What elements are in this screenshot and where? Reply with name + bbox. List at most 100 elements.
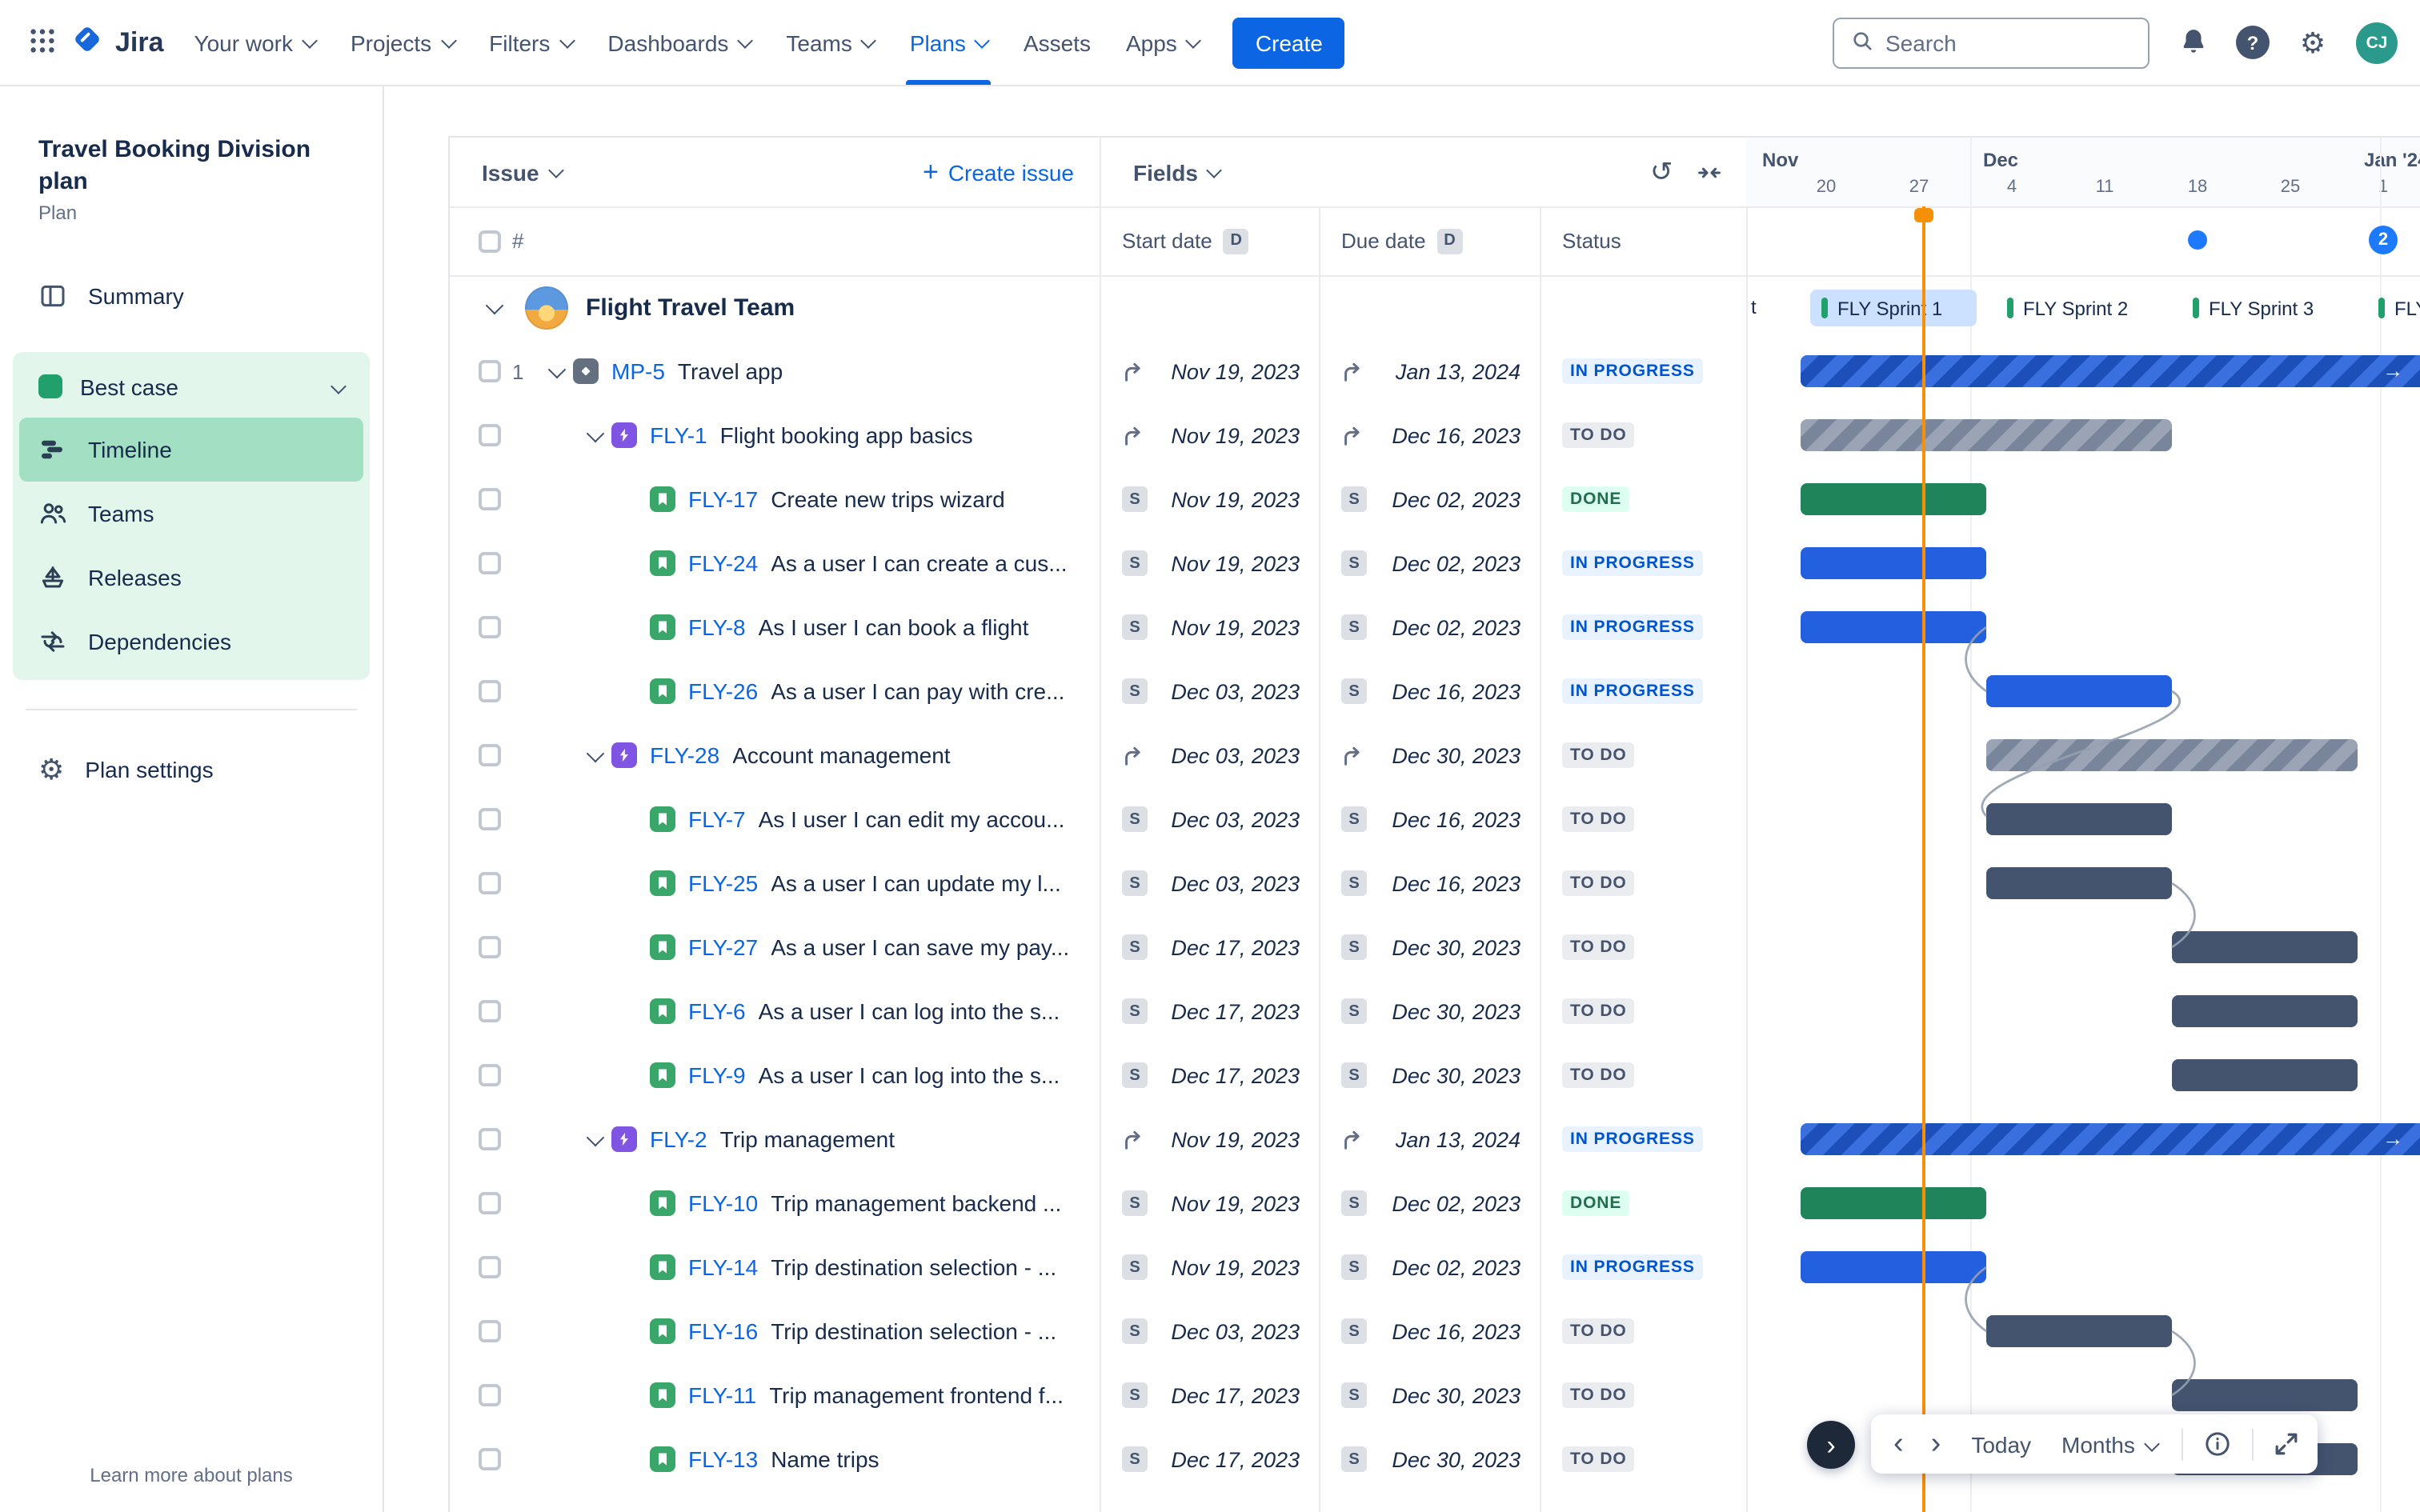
issue-row-fly-13[interactable]: FLY-13 Name trips S Dec 17, 2023 S Dec 30, 20… — [450, 1427, 1746, 1491]
status-cell[interactable]: TO DO — [1540, 915, 1746, 979]
start-date-cell[interactable]: S Dec 17, 2023 — [1100, 1363, 1319, 1427]
due-date-cell[interactable]: S Dec 02, 2023 — [1319, 1235, 1540, 1299]
issue-key-link[interactable]: FLY-26 — [688, 678, 758, 704]
user-avatar[interactable]: CJ — [2356, 22, 2398, 63]
issue-row-fly-16[interactable]: FLY-16 Trip destination selection - ... S D… — [450, 1299, 1746, 1363]
scroll-right-button[interactable]: › — [1807, 1421, 1855, 1469]
gantt-bar-fly-2[interactable] — [1801, 1123, 2420, 1155]
issue-key-link[interactable]: FLY-11 — [688, 1382, 756, 1408]
gantt-bar-fly-1[interactable] — [1801, 419, 2172, 451]
status-cell[interactable]: TO DO — [1540, 1427, 1746, 1491]
sidebar-item-teams[interactable]: Teams — [19, 482, 363, 546]
status-column-header[interactable]: Status — [1540, 206, 1746, 275]
nav-item-assets[interactable]: Assets — [1006, 0, 1108, 85]
gantt-bar-fly-17[interactable] — [1801, 483, 1986, 515]
issue-row-mp-5[interactable]: 1 MP-5 Travel app Nov 19, 2023 Jan 13, 2024 I… — [450, 339, 1746, 403]
sprint-chip-fly-sprint-2[interactable]: FLY Sprint 2 — [1996, 290, 2162, 326]
nav-item-your-work[interactable]: Your work — [177, 0, 334, 85]
select-all-checkbox[interactable] — [479, 230, 501, 252]
row-checkbox[interactable] — [479, 936, 501, 958]
start-date-cell[interactable]: S Dec 03, 2023 — [1100, 787, 1319, 851]
status-cell[interactable]: TO DO — [1540, 787, 1746, 851]
revert-history-icon[interactable]: ↺ — [1650, 158, 1673, 186]
create-button[interactable]: Create — [1232, 17, 1345, 68]
start-date-cell[interactable]: S Dec 03, 2023 — [1100, 851, 1319, 915]
issue-key-link[interactable]: FLY-7 — [688, 806, 746, 832]
pan-left-button[interactable]: ‹ — [1890, 1429, 1907, 1459]
row-checkbox[interactable] — [479, 1000, 501, 1022]
start-date-cell[interactable]: S Nov 19, 2023 — [1100, 467, 1319, 531]
collapse-columns-icon[interactable] — [1697, 159, 1723, 185]
row-checkbox[interactable] — [479, 488, 501, 510]
release-milestone-count-badge[interactable]: 2 — [2369, 226, 2398, 254]
scenario-picker[interactable]: Best case — [19, 355, 363, 418]
row-checkbox[interactable] — [479, 872, 501, 894]
gantt-bar-fly-16[interactable] — [1986, 1315, 2172, 1347]
help-icon[interactable]: ? — [2236, 26, 2270, 59]
due-date-cell[interactable]: S Dec 30, 2023 — [1319, 1043, 1540, 1107]
due-date-cell[interactable]: S Dec 16, 2023 — [1319, 787, 1540, 851]
start-date-cell[interactable]: S Dec 17, 2023 — [1100, 915, 1319, 979]
gantt-bar-fly-6[interactable] — [2172, 995, 2358, 1027]
sidebar-item-plan-settings[interactable]: ⚙ Plan settings — [13, 739, 370, 800]
row-checkbox[interactable] — [479, 424, 501, 446]
issue-key-link[interactable]: FLY-6 — [688, 998, 746, 1024]
sprint-chip-fly-sprint-1[interactable]: FLY Sprint 1 — [1810, 290, 1977, 326]
today-button[interactable]: Today — [1965, 1431, 2037, 1457]
row-checkbox[interactable] — [479, 680, 501, 702]
start-date-cell[interactable]: S Nov 19, 2023 — [1100, 1171, 1319, 1235]
row-checkbox[interactable] — [479, 360, 501, 382]
due-date-cell[interactable]: S Dec 30, 2023 — [1319, 979, 1540, 1043]
status-cell[interactable]: TO DO — [1540, 1299, 1746, 1363]
start-date-cell[interactable]: S Nov 19, 2023 — [1100, 531, 1319, 595]
due-date-cell[interactable]: Dec 30, 2023 — [1319, 723, 1540, 787]
due-date-cell[interactable]: Dec 16, 2023 — [1319, 403, 1540, 467]
issue-type-dropdown[interactable]: Issue — [482, 159, 564, 185]
issue-row-fly-7[interactable]: FLY-7 As I user I can edit my accou... S De… — [450, 787, 1746, 851]
row-checkbox[interactable] — [479, 616, 501, 638]
issue-row-fly-6[interactable]: FLY-6 As a user I can log into the s... S D… — [450, 979, 1746, 1043]
issue-key-link[interactable]: FLY-24 — [688, 550, 758, 576]
due-date-column-header[interactable]: Due date D — [1319, 206, 1540, 275]
due-date-cell[interactable]: S Dec 16, 2023 — [1319, 1299, 1540, 1363]
sprint-chip-fly-sprint-4[interactable]: FLY Sprint 4 — [2367, 290, 2420, 326]
fullscreen-icon[interactable] — [2274, 1432, 2298, 1456]
gantt-bar-fly-10[interactable] — [1801, 1187, 1986, 1219]
due-date-cell[interactable]: Jan 13, 2024 — [1319, 1107, 1540, 1171]
collapse-chevron-icon[interactable] — [547, 359, 567, 378]
start-date-cell[interactable]: S Dec 03, 2023 — [1100, 1299, 1319, 1363]
status-cell[interactable]: TO DO — [1540, 979, 1746, 1043]
sidebar-item-timeline[interactable]: Timeline — [19, 418, 363, 482]
today-marker[interactable] — [1914, 208, 1933, 222]
start-date-cell[interactable]: S Nov 19, 2023 — [1100, 595, 1319, 659]
issue-key-link[interactable]: FLY-2 — [650, 1126, 707, 1152]
issue-key-link[interactable]: FLY-14 — [688, 1254, 758, 1280]
nav-item-plans[interactable]: Plans — [892, 0, 1006, 85]
status-cell[interactable]: TO DO — [1540, 1043, 1746, 1107]
status-cell[interactable]: TO DO — [1540, 1363, 1746, 1427]
issue-row-fly-26[interactable]: FLY-26 As a user I can pay with cre... S De… — [450, 659, 1746, 723]
status-cell[interactable]: IN PROGRESS — [1540, 1235, 1746, 1299]
issue-key-link[interactable]: FLY-10 — [688, 1190, 758, 1216]
issue-key-link[interactable]: FLY-17 — [688, 486, 758, 512]
start-date-cell[interactable]: S Dec 17, 2023 — [1100, 1043, 1319, 1107]
team-group-row[interactable]: Flight Travel Team — [450, 275, 1746, 339]
issue-key-link[interactable]: FLY-9 — [688, 1062, 746, 1088]
issue-row-fly-24[interactable]: FLY-24 As a user I can create a cus... S No… — [450, 531, 1746, 595]
issue-key-link[interactable]: FLY-25 — [688, 870, 758, 896]
due-date-cell[interactable]: S Dec 02, 2023 — [1319, 467, 1540, 531]
issue-key-link[interactable]: FLY-27 — [688, 934, 758, 960]
row-checkbox[interactable] — [479, 1256, 501, 1278]
gantt-bar-fly-24[interactable] — [1801, 547, 1986, 579]
gantt-bar-fly-11[interactable] — [2172, 1379, 2358, 1411]
row-checkbox[interactable] — [479, 1128, 501, 1150]
sidebar-item-dependencies[interactable]: Dependencies — [19, 610, 363, 674]
gantt-bar-fly-26[interactable] — [1986, 675, 2172, 707]
row-checkbox[interactable] — [479, 808, 501, 830]
issue-row-fly-8[interactable]: FLY-8 As I user I can book a flight S Nov 1… — [450, 595, 1746, 659]
issue-row-fly-11[interactable]: FLY-11 Trip management frontend f... S Dec … — [450, 1363, 1746, 1427]
collapse-chevron-icon[interactable] — [586, 743, 605, 762]
start-date-cell[interactable]: Dec 03, 2023 — [1100, 723, 1319, 787]
status-cell[interactable]: TO DO — [1540, 403, 1746, 467]
row-checkbox[interactable] — [479, 744, 501, 766]
